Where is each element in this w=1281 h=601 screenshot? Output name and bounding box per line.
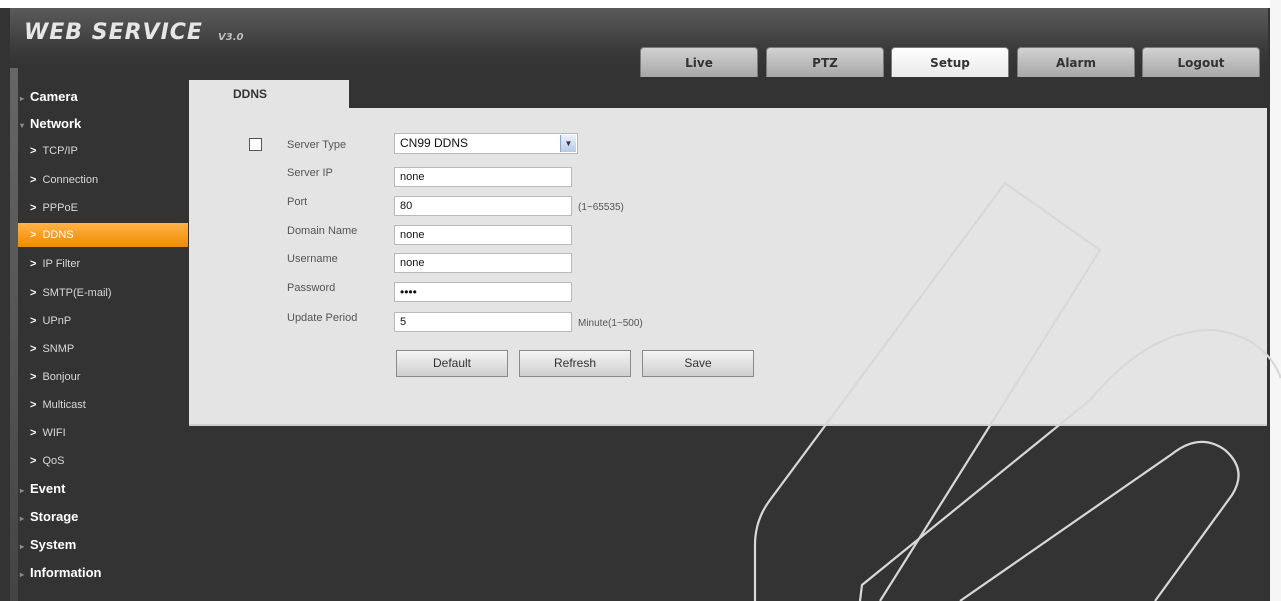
sidebar-item-wifi[interactable]: > WIFI [10,420,188,446]
sidebar-item-bonjour[interactable]: > Bonjour [10,364,188,390]
refresh-button[interactable]: Refresh [519,350,631,377]
arrow-icon: > [30,174,37,186]
right-margin [1270,0,1281,601]
top-margin [0,0,1281,8]
logo-version: V3.0 [218,32,244,43]
arrow-icon: > [30,371,37,383]
server-type-label: Server Type [287,139,347,151]
port-field[interactable]: 80 [394,196,572,216]
expanded-triangle-icon: ▾ [20,121,25,130]
tab-logout[interactable]: Logout [1142,47,1260,77]
collapsed-triangle-icon: ▸ [20,94,25,103]
arrow-icon: > [30,287,37,299]
sidebar-information[interactable]: ▸ Information [10,560,188,586]
sidebar-item-connection[interactable]: > Connection [10,167,188,193]
sidebar-item-ip-filter[interactable]: > IP Filter [10,251,188,277]
sidebar-item-upnp[interactable]: > UPnP [10,308,188,334]
chevron-down-icon[interactable]: ▼ [560,135,576,152]
username-label: Username [287,253,338,265]
arrow-icon: > [30,229,37,241]
tab-ddns[interactable]: DDNS [189,80,349,109]
collapsed-triangle-icon: ▸ [20,542,25,551]
arrow-icon: > [30,202,37,214]
sidebar-item-multicast[interactable]: > Multicast [10,392,188,418]
server-ip-field[interactable]: none [394,167,572,187]
port-label: Port [287,196,308,208]
collapsed-triangle-icon: ▸ [20,514,25,523]
collapsed-triangle-icon: ▸ [20,570,25,579]
arrow-icon: > [30,258,37,270]
sidebar: ▸ Camera ▾ Network > TCP/IP > Connection > PP… [10,68,188,601]
arrow-icon: > [30,455,37,467]
sidebar-item-tcpip[interactable]: > TCP/IP [10,138,188,164]
sidebar-network[interactable]: ▾ Network [10,111,188,137]
update-period-hint: Minute(1~500) [578,318,643,329]
collapsed-triangle-icon: ▸ [20,486,25,495]
sidebar-item-qos[interactable]: > QoS [10,448,188,474]
logo: WEB SERVICE [24,20,203,45]
username-field[interactable]: none [394,253,572,273]
sidebar-storage[interactable]: ▸ Storage [10,504,188,530]
web-service-app: WEB SERVICE V3.0 Live PTZ Setup Alarm Lo… [0,0,1270,601]
arrow-icon: > [30,343,37,355]
arrow-icon: > [30,315,37,327]
tab-live[interactable]: Live [640,47,758,77]
save-button[interactable]: Save [642,350,754,377]
sidebar-item-smtp[interactable]: > SMTP(E-mail) [10,280,188,306]
arrow-icon: > [30,145,37,157]
password-label: Password [287,282,336,294]
domain-name-field[interactable]: none [394,225,572,245]
arrow-icon: > [30,427,37,439]
update-period-label: Update Period [287,312,358,324]
sidebar-event[interactable]: ▸ Event [10,476,188,502]
password-field[interactable]: •••• [394,282,572,302]
tab-alarm[interactable]: Alarm [1017,47,1135,77]
domain-name-label: Domain Name [287,225,358,237]
sidebar-item-pppoe[interactable]: > PPPoE [10,195,188,221]
update-period-field[interactable]: 5 [394,312,572,332]
default-button[interactable]: Default [396,350,508,377]
sidebar-camera[interactable]: ▸ Camera [10,84,188,110]
tab-ptz[interactable]: PTZ [766,47,884,77]
sidebar-item-ddns[interactable]: > DDNS [18,223,188,247]
ddns-panel [189,108,1267,426]
server-ip-label: Server IP [287,167,333,179]
arrow-icon: > [30,399,37,411]
sidebar-system[interactable]: ▸ System [10,532,188,558]
sidebar-item-snmp[interactable]: > SNMP [10,336,188,362]
ddns-enable-checkbox[interactable] [249,138,262,151]
header-bar: WEB SERVICE V3.0 Live PTZ Setup Alarm Lo… [10,8,1268,77]
server-type-value: CN99 DDNS [400,136,469,150]
server-type-select[interactable]: CN99 DDNS ▼ [394,133,578,154]
port-hint: (1~65535) [578,202,624,213]
tab-setup[interactable]: Setup [891,47,1009,77]
